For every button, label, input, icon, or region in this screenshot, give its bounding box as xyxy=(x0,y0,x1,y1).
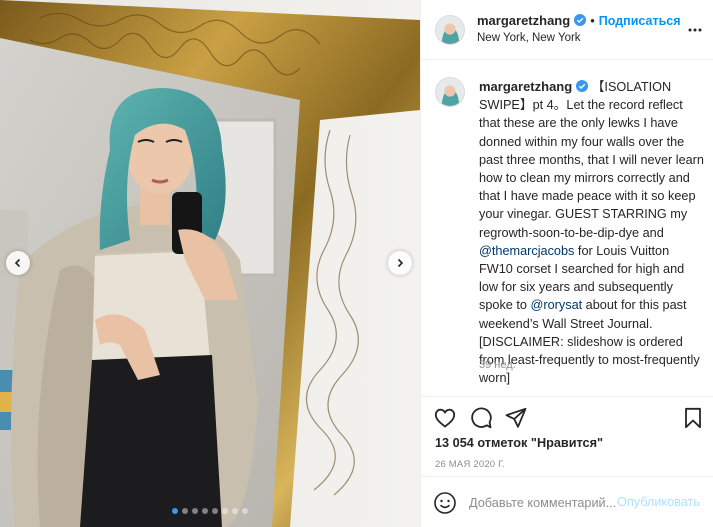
carousel-dot xyxy=(222,508,228,514)
chevron-right-icon xyxy=(397,258,404,268)
likes-count[interactable]: 13 054 отметок "Нравится" xyxy=(435,436,603,450)
more-options-icon[interactable] xyxy=(687,22,703,38)
verified-badge-icon xyxy=(576,80,589,92)
comment-input[interactable] xyxy=(469,493,619,513)
like-button[interactable] xyxy=(433,406,459,432)
avatar[interactable] xyxy=(435,15,465,45)
avatar-photo xyxy=(436,78,464,106)
caption-username-link[interactable]: margaretzhang xyxy=(479,79,572,94)
carousel-dot xyxy=(202,508,208,514)
heart-icon xyxy=(434,408,456,428)
send-icon xyxy=(505,407,527,428)
avatar-photo xyxy=(436,16,464,44)
mention-link[interactable]: @rorysat xyxy=(531,298,583,312)
follow-button[interactable]: Подписаться xyxy=(599,14,681,28)
comment-bar: Опубликовать xyxy=(421,476,713,527)
carousel-dot xyxy=(212,508,218,514)
mention-link[interactable]: @themarcjacobs xyxy=(479,244,574,258)
post-age: 39 нед. xyxy=(479,359,516,371)
comment-icon xyxy=(471,407,492,429)
comment-button[interactable] xyxy=(469,406,495,432)
post-caption: margaretzhang 【ISOLATION SWIPE】pt 4。Let … xyxy=(479,78,705,387)
separator-dot: • xyxy=(590,13,595,28)
verified-badge-icon xyxy=(574,14,587,26)
carousel-dot xyxy=(242,508,248,514)
username-link[interactable]: margaretzhang xyxy=(477,13,570,28)
carousel-prev-button[interactable] xyxy=(6,251,30,275)
carousel-dot xyxy=(182,508,188,514)
post-date: 26 МАЯ 2020 Г. xyxy=(435,459,506,470)
bookmark-icon xyxy=(685,407,701,429)
post-details-panel: margaretzhang • Подписаться New York, New … xyxy=(420,0,713,527)
caption-section: margaretzhang 【ISOLATION SWIPE】pt 4。Let … xyxy=(421,61,713,397)
chevron-left-icon xyxy=(14,258,21,268)
action-bar xyxy=(421,402,713,436)
save-button[interactable] xyxy=(681,406,707,432)
carousel-indicator xyxy=(0,508,420,514)
publish-button[interactable]: Опубликовать xyxy=(617,495,700,509)
post-photo[interactable] xyxy=(0,0,420,527)
share-button[interactable] xyxy=(504,406,530,432)
location-link[interactable]: New York, New York xyxy=(477,32,581,44)
emoji-icon[interactable] xyxy=(433,491,457,515)
carousel-dot xyxy=(232,508,238,514)
caption-avatar[interactable] xyxy=(435,77,465,107)
carousel-dot xyxy=(192,508,198,514)
carousel-next-button[interactable] xyxy=(388,251,412,275)
carousel-dot xyxy=(172,508,178,514)
post-header: margaretzhang • Подписаться New York, New … xyxy=(421,0,713,60)
caption-text: 【ISOLATION SWIPE】pt 4。Let the record ref… xyxy=(479,80,704,240)
mirror-selfie-image xyxy=(0,0,420,527)
